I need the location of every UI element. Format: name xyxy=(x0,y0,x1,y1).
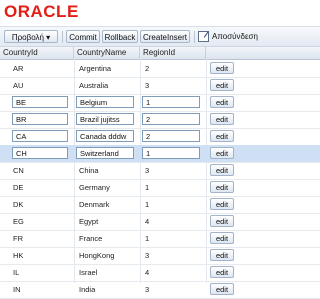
edit-button[interactable]: edit xyxy=(210,232,234,244)
country-id-cell: EG xyxy=(13,217,24,226)
region-id-cell: 2 xyxy=(145,64,150,73)
country-id-cell: AR xyxy=(13,64,24,73)
country-name-cell: Egypt xyxy=(79,217,99,226)
country-id-cell: CN xyxy=(13,166,24,175)
country-name-cell: Denmark xyxy=(79,200,110,209)
edit-button[interactable]: edit xyxy=(210,96,234,108)
table-row[interactable]: IN India 3 edit xyxy=(0,281,320,299)
region-id-input[interactable]: 1 xyxy=(142,96,200,108)
create-insert-button[interactable]: CreateInsert xyxy=(140,30,190,43)
header-bar: ORACLE xyxy=(0,0,320,26)
table-row[interactable]: CH Switzerland 1 edit xyxy=(0,145,320,163)
table-row[interactable]: DK Denmark 1 edit xyxy=(0,196,320,214)
countries-table: CountryId CountryName RegionId AR Argenti… xyxy=(0,46,320,299)
region-id-cell: 4 xyxy=(145,217,150,226)
table-row[interactable]: IL Israel 4 edit xyxy=(0,264,320,282)
country-name-input[interactable]: Brazil jujitss xyxy=(76,113,134,125)
country-name-cell: Australia xyxy=(79,81,109,90)
commit-button[interactable]: Commit xyxy=(66,30,100,43)
country-name-cell: Argentina xyxy=(79,64,112,73)
edit-button[interactable]: edit xyxy=(210,249,234,261)
table-row[interactable]: FR France 1 edit xyxy=(0,230,320,248)
edit-button[interactable]: edit xyxy=(210,62,234,74)
country-name-cell: France xyxy=(79,234,103,243)
region-id-cell: 1 xyxy=(145,200,150,209)
region-id-cell: 3 xyxy=(145,251,150,260)
region-id-cell: 3 xyxy=(145,285,150,294)
table-row[interactable]: CA Canada dddw 2 edit xyxy=(0,128,320,146)
country-id-cell: DE xyxy=(13,183,24,192)
toolbar-separator xyxy=(62,31,63,43)
disconnect-link[interactable]: Αποσύνδεση xyxy=(198,30,258,43)
country-name-input[interactable]: Belgium xyxy=(76,96,134,108)
column-header-countryid[interactable]: CountryId xyxy=(0,47,74,59)
region-id-cell: 1 xyxy=(145,183,150,192)
edit-button[interactable]: edit xyxy=(210,147,234,159)
edit-button[interactable]: edit xyxy=(210,164,234,176)
column-header-regionid[interactable]: RegionId xyxy=(140,47,206,59)
rollback-button[interactable]: Rollback xyxy=(102,30,138,43)
region-id-input[interactable]: 2 xyxy=(142,113,200,125)
country-name-input[interactable]: Canada dddw xyxy=(76,130,134,142)
region-id-input[interactable]: 1 xyxy=(142,147,200,159)
edit-button[interactable]: edit xyxy=(210,283,234,295)
edit-button[interactable]: edit xyxy=(210,198,234,210)
edit-button[interactable]: edit xyxy=(210,181,234,193)
country-id-cell: AU xyxy=(13,81,24,90)
country-name-cell: Germany xyxy=(79,183,110,192)
country-name-cell: Israel xyxy=(79,268,98,277)
oracle-logo: ORACLE xyxy=(4,2,79,21)
table-header: CountryId CountryName RegionId xyxy=(0,47,320,60)
table-row[interactable]: DE Germany 1 edit xyxy=(0,179,320,197)
country-id-input[interactable]: BR xyxy=(12,113,68,125)
edit-button[interactable]: edit xyxy=(210,130,234,142)
country-id-cell: IL xyxy=(13,268,20,277)
edit-button[interactable]: edit xyxy=(210,113,234,125)
table-row[interactable]: EG Egypt 4 edit xyxy=(0,213,320,231)
toolbar: Προβολή ▾ Commit Rollback CreateInsert Α… xyxy=(0,26,320,47)
column-header-actions xyxy=(206,47,320,59)
edit-button[interactable]: edit xyxy=(210,215,234,227)
country-name-input[interactable]: Switzerland xyxy=(76,147,134,159)
table-row[interactable]: HK HongKong 3 edit xyxy=(0,247,320,265)
view-menu-button[interactable]: Προβολή ▾ xyxy=(4,30,58,43)
toolbar-separator xyxy=(194,31,195,43)
country-id-input[interactable]: BE xyxy=(12,96,68,108)
country-id-cell: DK xyxy=(13,200,24,209)
table-row[interactable]: BE Belgium 1 edit xyxy=(0,94,320,112)
edit-button[interactable]: edit xyxy=(210,79,234,91)
edit-button[interactable]: edit xyxy=(210,266,234,278)
region-id-cell: 4 xyxy=(145,268,150,277)
region-id-input[interactable]: 2 xyxy=(142,130,200,142)
table-row[interactable]: BR Brazil jujitss 2 edit xyxy=(0,111,320,129)
country-id-input[interactable]: CH xyxy=(12,147,68,159)
region-id-cell: 3 xyxy=(145,81,150,90)
column-header-countryname[interactable]: CountryName xyxy=(74,47,140,59)
edit-icon xyxy=(198,31,209,43)
country-id-cell: FR xyxy=(13,234,23,243)
country-id-cell: HK xyxy=(13,251,24,260)
country-name-cell: China xyxy=(79,166,99,175)
table-row[interactable]: AR Argentina 2 edit xyxy=(0,60,320,78)
country-name-cell: India xyxy=(79,285,96,294)
table-row[interactable]: AU Australia 3 edit xyxy=(0,77,320,95)
country-name-cell: HongKong xyxy=(79,251,115,260)
region-id-cell: 1 xyxy=(145,234,150,243)
disconnect-label: Αποσύνδεση xyxy=(212,32,258,41)
table-row[interactable]: CN China 3 edit xyxy=(0,162,320,180)
country-id-cell: IN xyxy=(13,285,21,294)
country-id-input[interactable]: CA xyxy=(12,130,68,142)
region-id-cell: 3 xyxy=(145,166,150,175)
